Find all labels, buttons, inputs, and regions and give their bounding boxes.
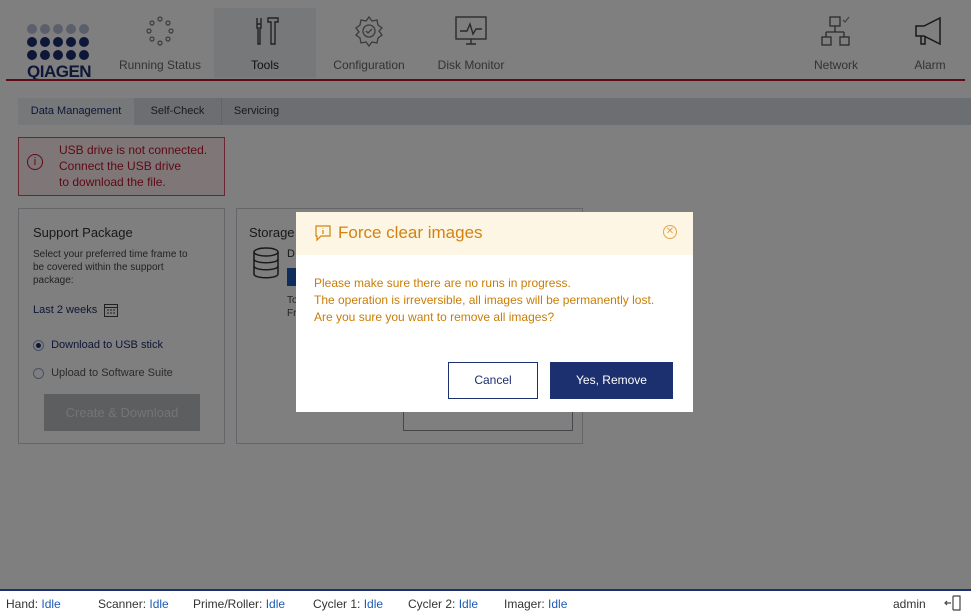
status-scanner-value: Idle (149, 597, 169, 611)
dialog-message: Please make sure there are no runs in pr… (314, 275, 654, 326)
status-prime-value: Idle (265, 597, 286, 611)
status-cycler-2: Cycler 2: Idle (408, 597, 478, 611)
status-cycler-1: Cycler 1: Idle (313, 597, 383, 611)
status-bar: Hand: Idle Scanner: Idle Prime/Roller: I… (0, 589, 971, 615)
dialog-line-3: Are you sure you want to remove all imag… (314, 310, 555, 324)
cancel-button[interactable]: Cancel (448, 362, 538, 399)
confirm-remove-button[interactable]: Yes, Remove (550, 362, 673, 399)
status-prime-label: Prime/Roller: (193, 597, 263, 611)
status-cycler1-label: Cycler 1: (313, 597, 361, 611)
info-message-icon (315, 225, 331, 242)
logout-icon[interactable] (944, 594, 962, 612)
status-cycler2-label: Cycler 2: (408, 597, 456, 611)
status-prime-roller: Prime/Roller: Idle (193, 597, 285, 611)
status-imager-label: Imager: (504, 597, 545, 611)
status-hand-value: Idle (41, 597, 61, 611)
status-cycler1-value: Idle (363, 597, 384, 611)
force-clear-dialog: Force clear images ✕ Please make sure th… (296, 212, 693, 412)
status-scanner: Scanner: Idle (98, 597, 169, 611)
dialog-header: Force clear images ✕ (296, 212, 693, 255)
dialog-line-1: Please make sure there are no runs in pr… (314, 276, 571, 290)
status-scanner-label: Scanner: (98, 597, 147, 611)
status-hand-label: Hand: (6, 597, 39, 611)
status-cycler2-value: Idle (458, 597, 479, 611)
dialog-title: Force clear images (338, 223, 483, 242)
status-imager: Imager: Idle (504, 597, 567, 611)
status-hand: Hand: Idle (6, 597, 61, 611)
close-icon[interactable]: ✕ (663, 225, 677, 239)
dialog-line-2: The operation is irreversible, all image… (314, 293, 655, 307)
status-imager-value: Idle (548, 597, 568, 611)
user-name[interactable]: admin (893, 597, 926, 611)
